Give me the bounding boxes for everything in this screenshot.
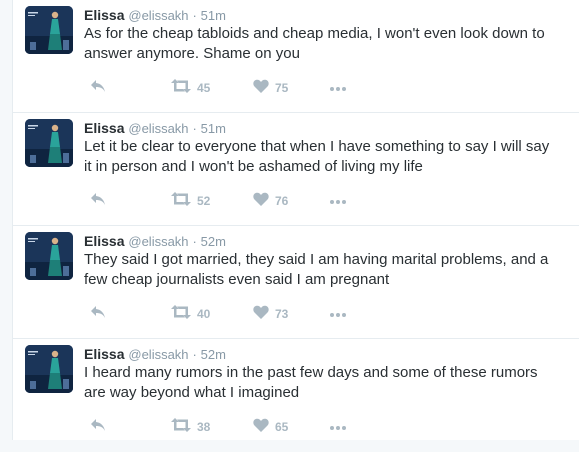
- tweet-text-line-2: few cheap journalists even said I am pre…: [84, 271, 390, 288]
- separator-dot: ·: [192, 8, 197, 23]
- like-button[interactable]: 65: [253, 417, 288, 437]
- tweet-text: I heard many rumors in the past few days…: [84, 363, 579, 403]
- reply-icon: [90, 418, 106, 437]
- tweet-header: Elissa @elissakh · 52m: [84, 345, 226, 364]
- author-handle[interactable]: @elissakh: [128, 347, 188, 362]
- more-button[interactable]: [329, 78, 347, 98]
- separator-dot: ·: [192, 347, 197, 362]
- retweet-count: 52: [197, 194, 211, 208]
- retweet-button[interactable]: 38: [171, 417, 210, 437]
- tweet-text-line-1: Let it be clear to everyone that when I …: [84, 138, 550, 155]
- tweet-text-line-1: They said I got married, they said I am …: [84, 251, 549, 268]
- reply-icon: [90, 305, 106, 324]
- author-name[interactable]: Elissa: [84, 233, 124, 249]
- separator-dot: ·: [192, 121, 197, 136]
- retweet-icon: [171, 304, 191, 324]
- reply-button[interactable]: [90, 191, 106, 211]
- reply-button[interactable]: [90, 78, 106, 98]
- tweet-timeline: Elissa @elissakh · 51m As for the cheap …: [12, 0, 579, 440]
- retweet-button[interactable]: 45: [171, 78, 210, 98]
- reply-button[interactable]: [90, 304, 106, 324]
- retweet-count: 40: [197, 307, 211, 321]
- tweet[interactable]: Elissa @elissakh · 51m Let it be clear t…: [13, 113, 579, 226]
- tweet-header: Elissa @elissakh · 51m: [84, 6, 226, 25]
- like-count: 65: [275, 420, 289, 434]
- retweet-icon: [171, 78, 191, 98]
- tweet-actions: 38 65: [84, 417, 384, 437]
- tweet-header: Elissa @elissakh · 51m: [84, 119, 226, 138]
- author-name[interactable]: Elissa: [84, 120, 124, 136]
- heart-icon: [253, 305, 269, 324]
- tweet-header: Elissa @elissakh · 52m: [84, 232, 226, 251]
- retweet-icon: [171, 417, 191, 437]
- like-count: 76: [275, 194, 289, 208]
- more-icon: [329, 305, 347, 323]
- more-icon: [329, 79, 347, 97]
- tweet[interactable]: Elissa @elissakh · 52m They said I got m…: [13, 226, 579, 339]
- avatar[interactable]: [25, 232, 73, 280]
- tweet-text-line-1: I heard many rumors in the past few days…: [84, 364, 538, 381]
- tweet-text-line-2: are way beyond what I imagined: [84, 384, 300, 401]
- heart-icon: [253, 418, 269, 437]
- retweet-button[interactable]: 40: [171, 304, 210, 324]
- tweet-text: As for the cheap tabloids and cheap medi…: [84, 24, 579, 64]
- like-count: 75: [275, 81, 289, 95]
- tweet-timestamp[interactable]: 51m: [201, 121, 226, 136]
- tweet-timestamp[interactable]: 52m: [201, 234, 226, 249]
- more-icon: [329, 192, 347, 210]
- more-button[interactable]: [329, 191, 347, 211]
- tweet-actions: 40 73: [84, 304, 384, 324]
- retweet-count: 45: [197, 81, 211, 95]
- tweet-text: They said I got married, they said I am …: [84, 250, 579, 290]
- more-icon: [329, 418, 347, 436]
- tweet-timestamp[interactable]: 51m: [201, 8, 226, 23]
- tweet[interactable]: Elissa @elissakh · 52m I heard many rumo…: [13, 339, 579, 440]
- like-count: 73: [275, 307, 289, 321]
- retweet-count: 38: [197, 420, 211, 434]
- heart-icon: [253, 192, 269, 211]
- author-handle[interactable]: @elissakh: [128, 121, 188, 136]
- tweet[interactable]: Elissa @elissakh · 51m As for the cheap …: [13, 0, 579, 113]
- tweet-actions: 52 76: [84, 191, 384, 211]
- retweet-button[interactable]: 52: [171, 191, 210, 211]
- heart-icon: [253, 79, 269, 98]
- more-button[interactable]: [329, 304, 347, 324]
- separator-dot: ·: [192, 234, 197, 249]
- retweet-icon: [171, 191, 191, 211]
- like-button[interactable]: 75: [253, 78, 288, 98]
- reply-button[interactable]: [90, 417, 106, 437]
- tweet-text-line-2: it in person and I won't be ashamed of l…: [84, 158, 423, 175]
- author-name[interactable]: Elissa: [84, 7, 124, 23]
- tweet-text-line-1: As for the cheap tabloids and cheap medi…: [84, 25, 545, 42]
- more-button[interactable]: [329, 417, 347, 437]
- reply-icon: [90, 79, 106, 98]
- tweet-timestamp[interactable]: 52m: [201, 347, 226, 362]
- author-handle[interactable]: @elissakh: [128, 234, 188, 249]
- author-name[interactable]: Elissa: [84, 346, 124, 362]
- author-handle[interactable]: @elissakh: [128, 8, 188, 23]
- like-button[interactable]: 76: [253, 191, 288, 211]
- tweet-actions: 45 75: [84, 78, 384, 98]
- reply-icon: [90, 192, 106, 211]
- like-button[interactable]: 73: [253, 304, 288, 324]
- tweet-text: Let it be clear to everyone that when I …: [84, 137, 579, 177]
- avatar[interactable]: [25, 345, 73, 393]
- tweet-text-line-2: answer anymore. Shame on you: [84, 45, 300, 62]
- avatar[interactable]: [25, 6, 73, 54]
- avatar[interactable]: [25, 119, 73, 167]
